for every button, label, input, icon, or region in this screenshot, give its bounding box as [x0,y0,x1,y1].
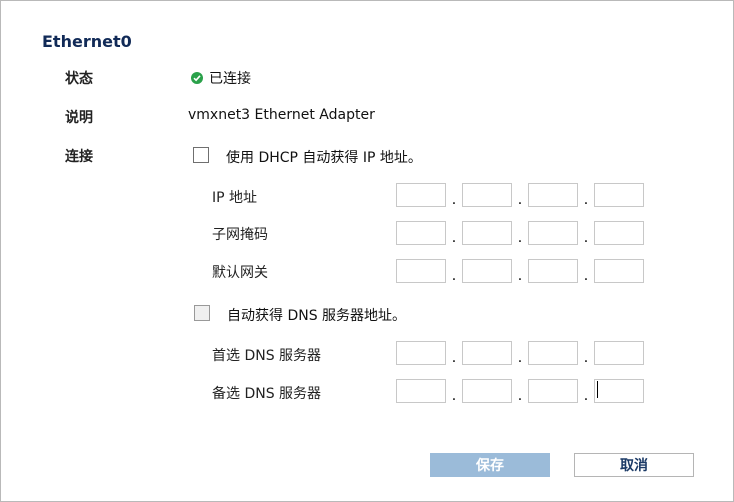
ip-separator: . [517,192,523,208]
subnet-mask-octet-3[interactable] [528,221,578,245]
status-value-group: 已连接 [191,68,251,88]
ip-separator: . [517,350,523,366]
check-circle-icon [191,72,203,84]
preferred-dns-label: 首选 DNS 服务器 [212,348,322,364]
dns-auto-label: 自动获得 DNS 服务器地址。 [227,308,407,324]
alternate-dns-octet-4[interactable] [594,379,644,403]
alternate-dns-octet-3[interactable] [528,379,578,403]
default-gateway-label: 默认网关 [212,265,268,281]
ip-address-octet-1[interactable] [396,183,446,207]
preferred-dns-octet-4[interactable] [594,341,644,365]
ip-separator: . [583,230,589,246]
ip-separator: . [583,350,589,366]
dns-auto-checkbox[interactable] [194,305,210,321]
preferred-dns-input-group: . . . [396,341,644,365]
ip-address-octet-4[interactable] [594,183,644,207]
alternate-dns-octet-2[interactable] [462,379,512,403]
status-label: 状态 [65,71,93,87]
ip-address-label: IP 地址 [212,190,258,206]
subnet-mask-input-group: . . . [396,221,644,245]
ip-separator: . [583,268,589,284]
alternate-dns-octet-1[interactable] [396,379,446,403]
subnet-mask-label: 子网掩码 [212,227,268,243]
ip-separator: . [583,388,589,404]
subnet-mask-octet-1[interactable] [396,221,446,245]
ip-separator: . [451,192,457,208]
description-label: 说明 [65,110,93,126]
description-value: vmxnet3 Ethernet Adapter [188,107,375,123]
ip-address-octet-3[interactable] [528,183,578,207]
connection-label: 连接 [65,149,93,165]
default-gateway-octet-3[interactable] [528,259,578,283]
dhcp-checkbox[interactable] [193,147,209,163]
alternate-dns-label: 备选 DNS 服务器 [212,386,322,402]
ip-separator: . [583,192,589,208]
ip-separator: . [451,268,457,284]
alternate-dns-input-group: . . . [396,379,644,403]
default-gateway-octet-1[interactable] [396,259,446,283]
default-gateway-octet-2[interactable] [462,259,512,283]
preferred-dns-octet-2[interactable] [462,341,512,365]
preferred-dns-octet-1[interactable] [396,341,446,365]
network-adapter-dialog: Ethernet0 状态 已连接 说明 vmxnet3 Ethernet Ada… [0,0,734,502]
ip-separator: . [517,268,523,284]
default-gateway-input-group: . . . [396,259,644,283]
default-gateway-octet-4[interactable] [594,259,644,283]
ip-separator: . [517,388,523,404]
save-button[interactable]: 保存 [430,453,550,477]
preferred-dns-octet-3[interactable] [528,341,578,365]
ip-address-octet-2[interactable] [462,183,512,207]
dhcp-label: 使用 DHCP 自动获得 IP 地址。 [226,150,422,166]
ip-address-input-group: . . . [396,183,644,207]
text-cursor [597,381,598,398]
subnet-mask-octet-4[interactable] [594,221,644,245]
status-value: 已连接 [209,71,251,87]
ip-separator: . [451,350,457,366]
subnet-mask-octet-2[interactable] [462,221,512,245]
ip-separator: . [451,388,457,404]
cancel-button[interactable]: 取消 [574,453,694,477]
ip-separator: . [517,230,523,246]
ip-separator: . [451,230,457,246]
dialog-title: Ethernet0 [42,32,132,51]
